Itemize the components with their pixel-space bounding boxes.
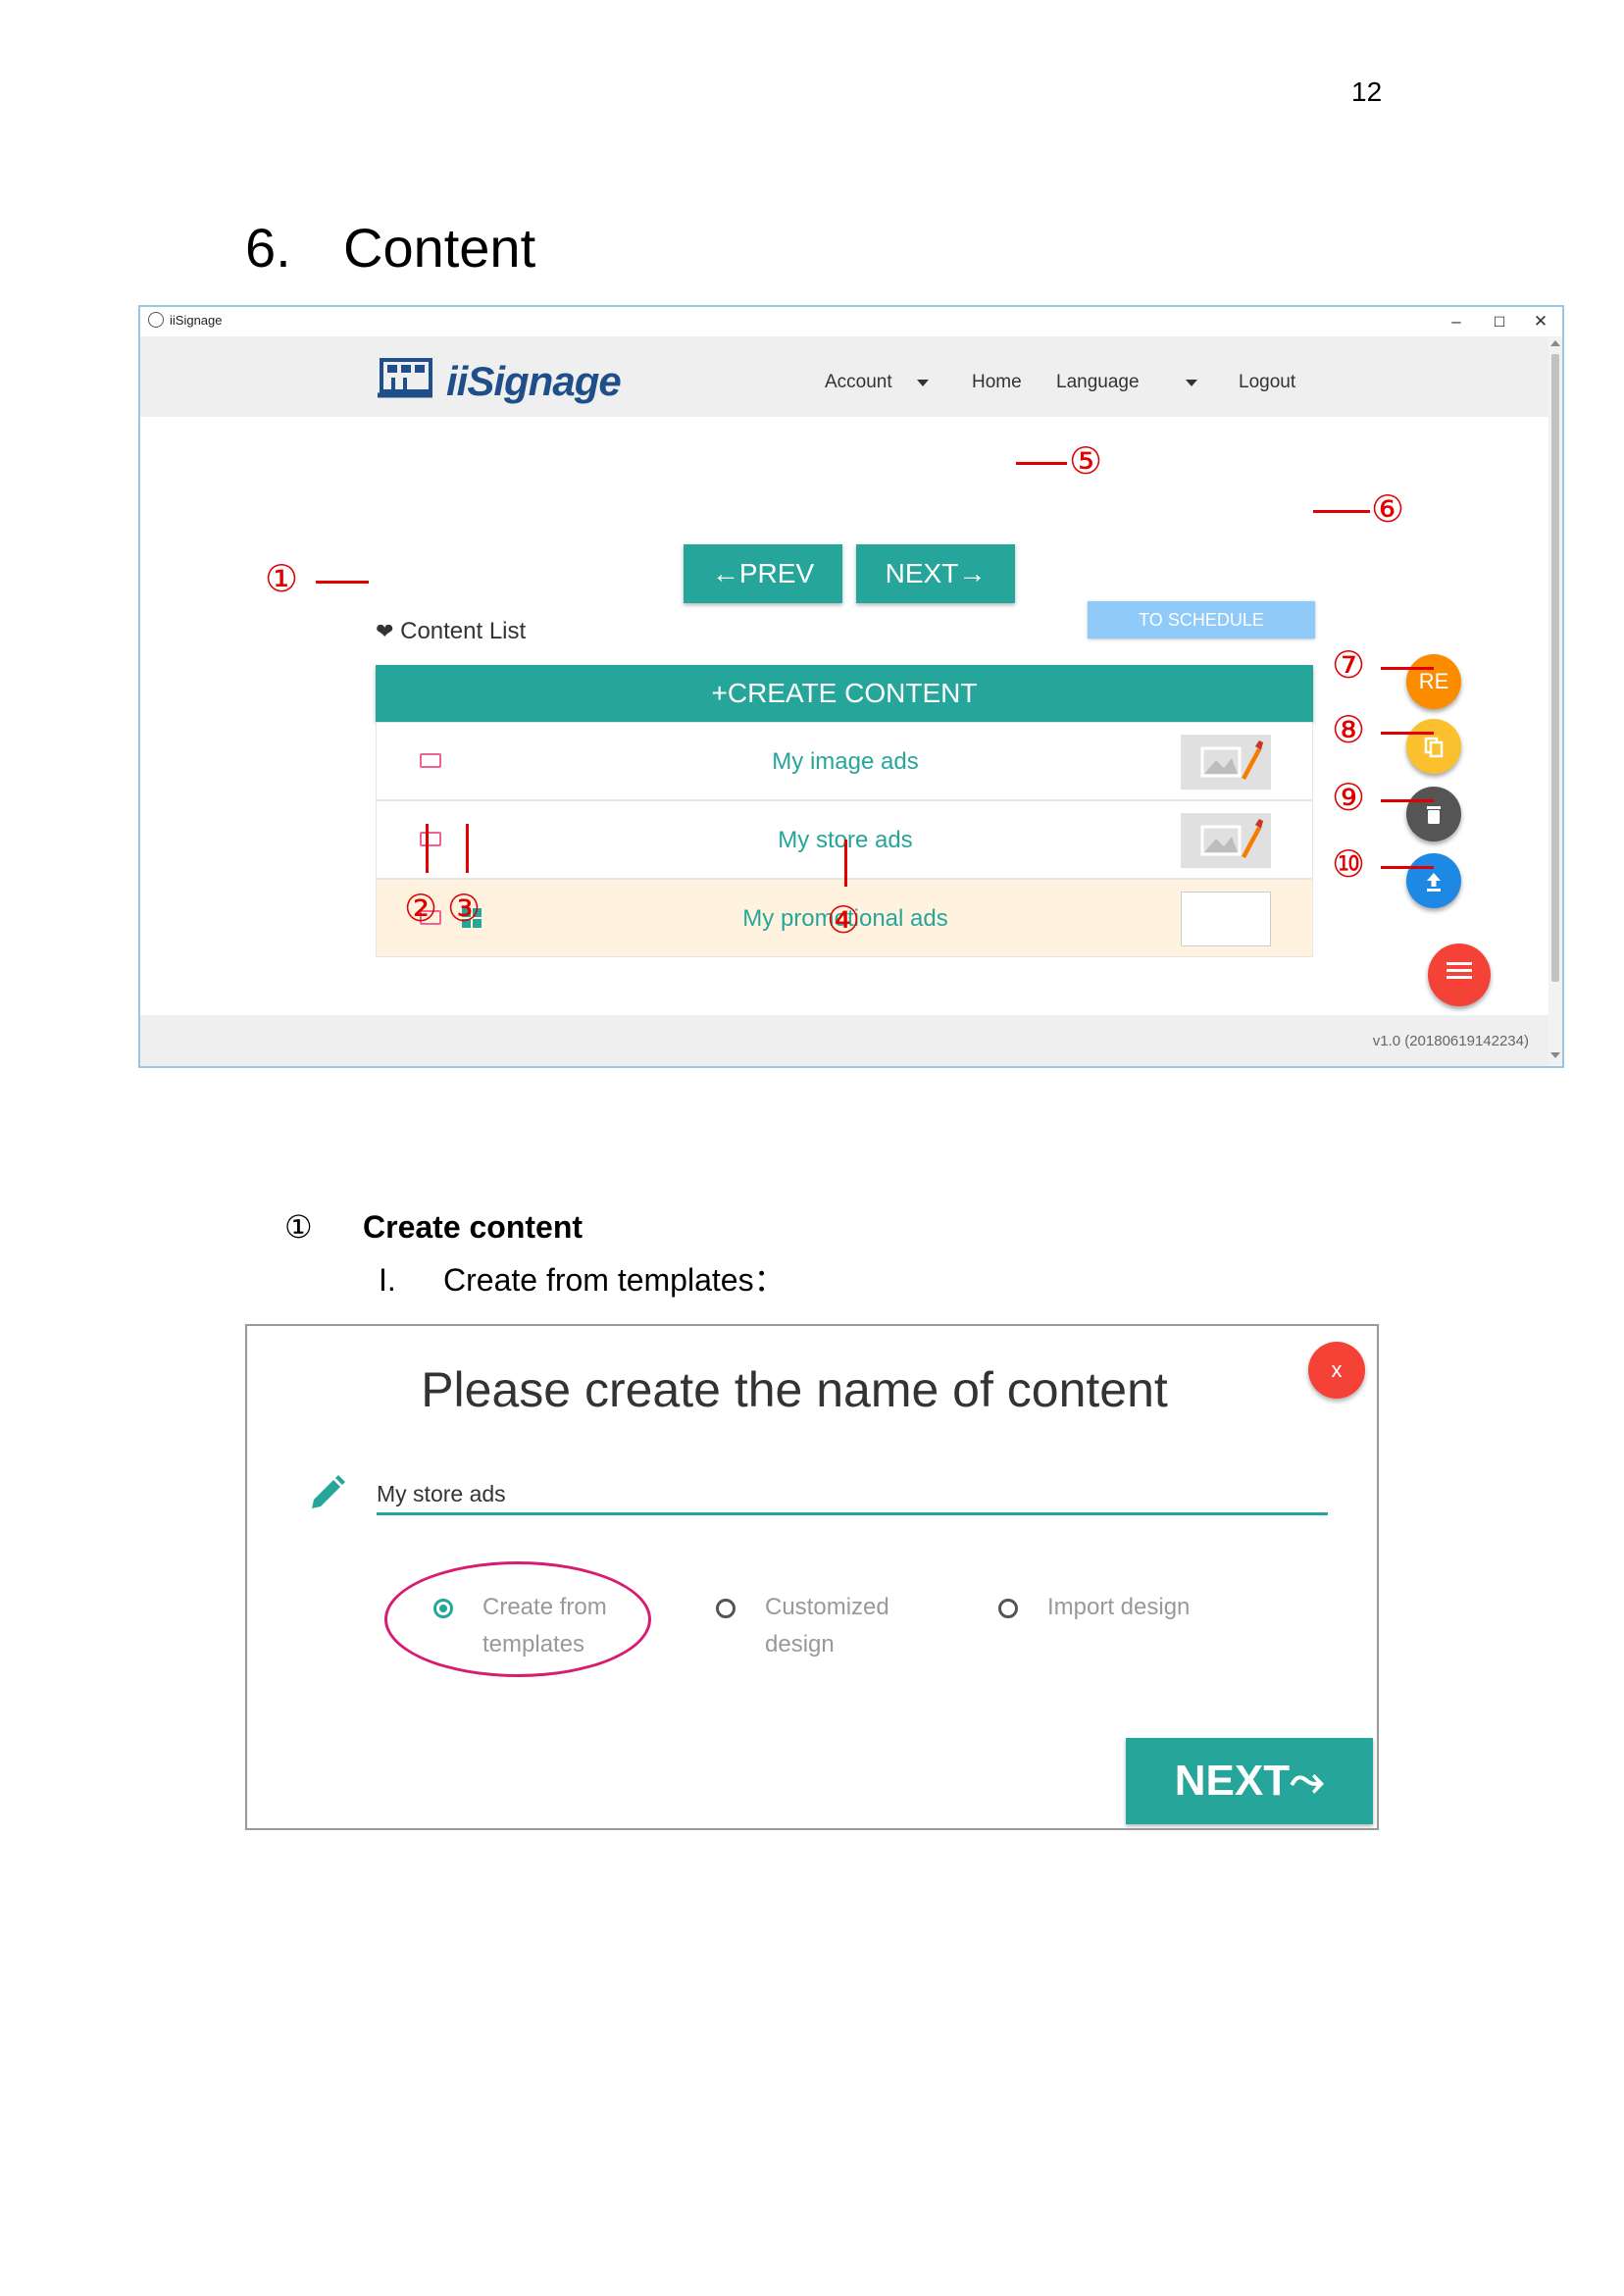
callout-8: ⑧ bbox=[1332, 710, 1366, 751]
pencil-icon bbox=[312, 1475, 345, 1508]
upload-button[interactable] bbox=[1406, 853, 1461, 908]
callout-7: ⑦ bbox=[1332, 645, 1366, 687]
minimize-button[interactable]: – bbox=[1435, 307, 1478, 336]
re-button[interactable]: RE bbox=[1406, 654, 1461, 709]
callout-1: ① bbox=[265, 559, 299, 600]
callout-line-6 bbox=[1313, 510, 1370, 513]
content-list-title: ❤ Content List bbox=[376, 618, 526, 645]
nav-logout[interactable]: Logout bbox=[1239, 372, 1295, 393]
section-title: Content bbox=[343, 217, 536, 279]
callout-10: ⑩ bbox=[1332, 844, 1366, 886]
app-header: iiSignage Account Home Language Logout bbox=[140, 336, 1548, 418]
dialog-close-button[interactable]: x bbox=[1308, 1342, 1365, 1399]
version-label: v1.0 (20180619142234) bbox=[1372, 1033, 1529, 1049]
heart-icon: ❤ bbox=[376, 619, 394, 643]
callout-5: ⑤ bbox=[1069, 441, 1103, 483]
radio-import-design[interactable] bbox=[998, 1599, 1018, 1618]
delete-button[interactable] bbox=[1406, 787, 1461, 842]
next-button[interactable]: NEXT→ bbox=[856, 544, 1015, 603]
item-marker: I. bbox=[379, 1262, 396, 1298]
scrollbar[interactable] bbox=[1548, 336, 1562, 1066]
upload-icon bbox=[1427, 873, 1441, 893]
item-text: Create from templates： bbox=[443, 1262, 786, 1298]
callout-2: ② bbox=[404, 889, 438, 930]
callout-3: ③ bbox=[447, 889, 482, 930]
create-content-dialog: Please create the name of content x Crea… bbox=[245, 1324, 1379, 1830]
window-title: iiSignage bbox=[170, 313, 223, 328]
callout-line-3 bbox=[466, 824, 469, 873]
radio-customized-design[interactable] bbox=[716, 1599, 736, 1618]
row-thumbnail[interactable] bbox=[1181, 892, 1271, 946]
logo-text: iiSignage bbox=[446, 358, 622, 404]
subsection-title: Create content bbox=[363, 1209, 584, 1245]
content-list-label: Content List bbox=[400, 618, 527, 644]
menu-icon bbox=[1446, 962, 1472, 980]
subsection-heading: ① Create content bbox=[284, 1208, 583, 1246]
create-content-button[interactable]: +CREATE CONTENT bbox=[376, 665, 1313, 722]
to-schedule-button[interactable]: TO SCHEDULE bbox=[1088, 601, 1315, 638]
dialog-title: Please create the name of content bbox=[421, 1362, 1168, 1417]
subsection-marker: ① bbox=[284, 1209, 313, 1245]
callout-9: ⑨ bbox=[1332, 778, 1366, 819]
prev-button[interactable]: ←PREV bbox=[684, 544, 842, 603]
radio-label-customized-design[interactable]: Customized design bbox=[765, 1589, 889, 1663]
nav-account[interactable]: Account bbox=[825, 372, 892, 393]
row-title[interactable]: My image ads bbox=[377, 723, 1314, 801]
account-caret-icon[interactable] bbox=[917, 380, 929, 386]
callout-line-1 bbox=[316, 581, 369, 584]
callout-line-2 bbox=[426, 824, 429, 873]
app-icon bbox=[148, 312, 164, 328]
callout-4: ④ bbox=[827, 900, 861, 942]
callout-line-4 bbox=[844, 840, 847, 887]
option-line1: Customized bbox=[765, 1594, 889, 1620]
trash-icon bbox=[1427, 806, 1441, 825]
content-row[interactable]: My image ads bbox=[376, 722, 1313, 800]
logo-icon bbox=[378, 358, 432, 398]
option-line1: Import design bbox=[1047, 1594, 1191, 1620]
copy-icon bbox=[1424, 737, 1444, 758]
option-line2: templates bbox=[482, 1631, 585, 1658]
copy-button[interactable] bbox=[1406, 719, 1461, 774]
maximize-button[interactable]: ☐ bbox=[1478, 307, 1521, 336]
image-edit-icon[interactable] bbox=[1181, 735, 1271, 790]
scroll-down-arrow-icon[interactable] bbox=[1550, 1052, 1560, 1058]
scroll-up-arrow-icon[interactable] bbox=[1550, 340, 1560, 346]
option-line2: design bbox=[765, 1631, 835, 1658]
callout-line-8 bbox=[1381, 732, 1434, 735]
callout-line-10 bbox=[1381, 866, 1434, 869]
callout-line-9 bbox=[1381, 799, 1434, 802]
subsection-item: I. Create from templates： bbox=[379, 1255, 786, 1301]
option-line1: Create from bbox=[482, 1594, 607, 1620]
callout-line-7 bbox=[1381, 667, 1434, 670]
nav-language[interactable]: Language bbox=[1056, 372, 1140, 393]
callout-6: ⑥ bbox=[1371, 489, 1405, 531]
scroll-thumb[interactable] bbox=[1551, 354, 1559, 982]
menu-button[interactable] bbox=[1428, 944, 1491, 1006]
app-footer: v1.0 (20180619142234) bbox=[140, 1015, 1548, 1066]
content-name-input[interactable] bbox=[377, 1475, 1328, 1515]
section-number: 6. bbox=[245, 217, 291, 279]
nav-home[interactable]: Home bbox=[972, 372, 1022, 393]
radio-label-import-design[interactable]: Import design bbox=[1047, 1589, 1190, 1626]
callout-line-5 bbox=[1016, 462, 1067, 465]
dialog-next-button[interactable]: NEXT⤳ bbox=[1126, 1738, 1373, 1824]
close-window-button[interactable]: ✕ bbox=[1519, 307, 1562, 336]
page-number: 12 bbox=[1351, 77, 1383, 107]
radio-create-from-templates[interactable] bbox=[433, 1599, 453, 1618]
language-caret-icon[interactable] bbox=[1186, 380, 1197, 386]
window-titlebar: iiSignage – ☐ ✕ bbox=[140, 307, 1562, 336]
image-edit-icon[interactable] bbox=[1181, 813, 1271, 868]
radio-label-create-from-templates[interactable]: Create from templates bbox=[482, 1589, 607, 1663]
section-heading: 6. Content bbox=[245, 216, 535, 280]
